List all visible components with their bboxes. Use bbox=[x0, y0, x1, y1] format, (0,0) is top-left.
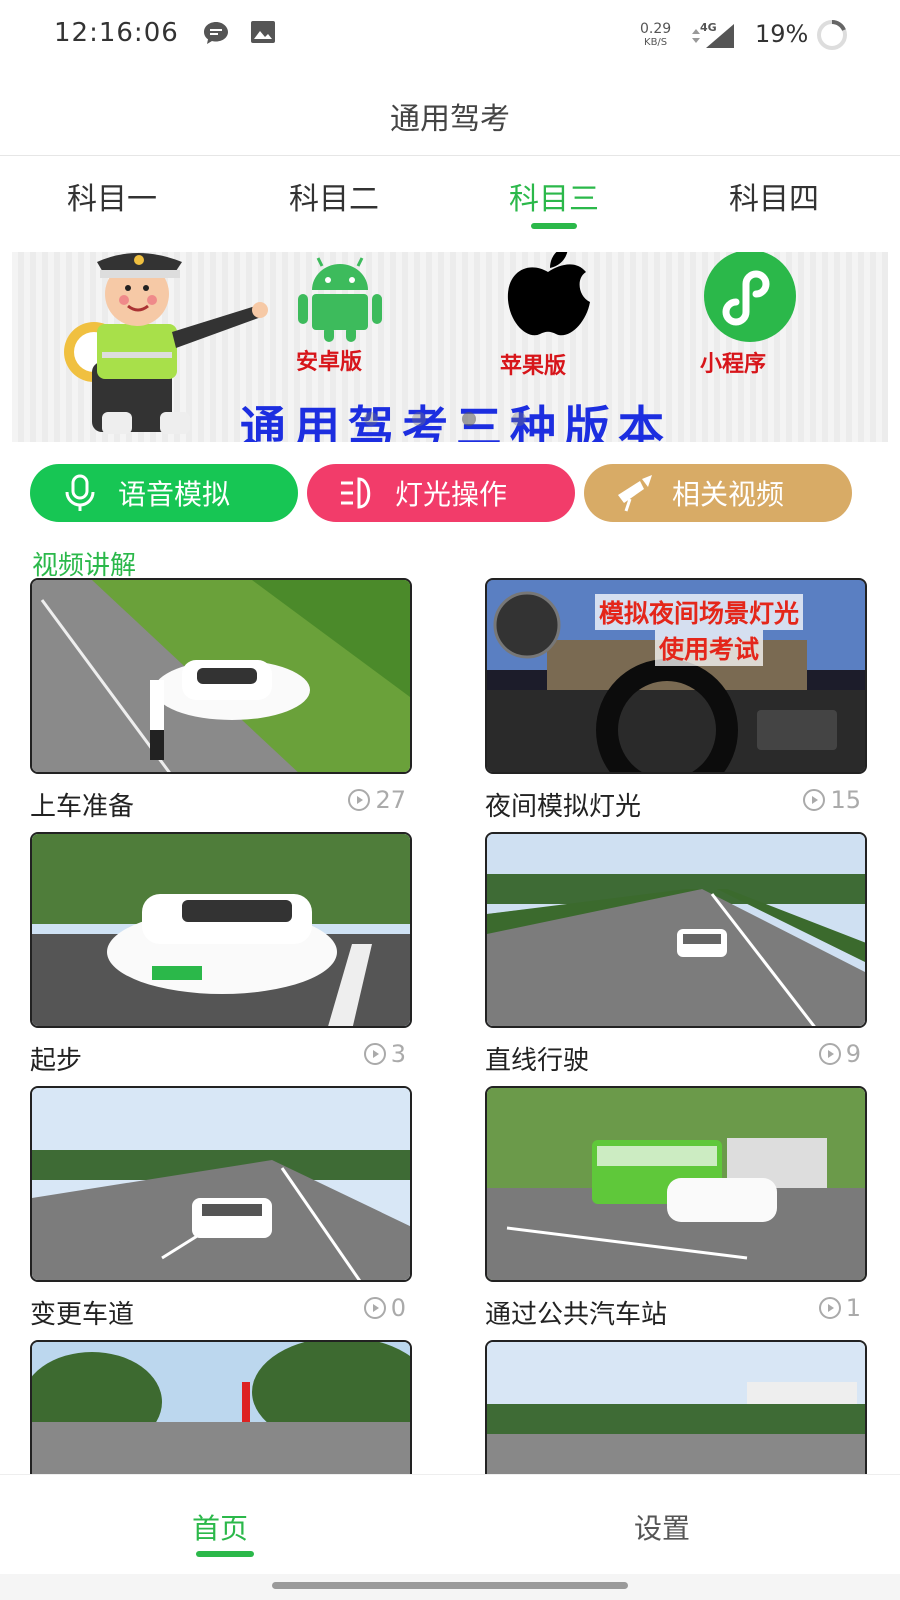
video-camera-icon bbox=[618, 475, 652, 512]
subject-tabs: 科目一 科目二 科目三 科目四 bbox=[0, 160, 900, 240]
battery-icon bbox=[815, 18, 849, 56]
ios-version-label: 苹果版 bbox=[500, 353, 567, 379]
section-title: 视频讲解 bbox=[32, 551, 137, 581]
nav-home[interactable]: 首页 bbox=[192, 1507, 248, 1547]
tab-subject-3[interactable]: 科目三 bbox=[454, 174, 654, 218]
video-thumbnail[interactable]: 模拟夜间场景灯光 使用考试 bbox=[485, 578, 867, 774]
android-icon bbox=[298, 257, 382, 342]
video-thumbnail[interactable] bbox=[30, 578, 412, 774]
video-thumbnail[interactable] bbox=[485, 1086, 867, 1282]
status-bar: 12:16:06 0.29 KB/S 4G 19% bbox=[0, 0, 900, 70]
voice-simulation-button[interactable]: 语音模拟 bbox=[30, 464, 298, 522]
thumbnail-caption-line-1: 模拟夜间场景灯光 bbox=[595, 594, 804, 630]
bottom-navigation: 首页 设置 bbox=[0, 1474, 900, 1574]
tab-subject-4[interactable]: 科目四 bbox=[674, 174, 874, 218]
play-circle-icon bbox=[363, 1297, 386, 1319]
android-version-label: 安卓版 bbox=[296, 349, 363, 375]
traffic-police-mascot-illustration bbox=[64, 253, 268, 434]
tab-subject-2[interactable]: 科目二 bbox=[234, 174, 434, 218]
status-time: 12:16:06 bbox=[54, 18, 179, 48]
apple-icon bbox=[507, 252, 590, 336]
video-title: 上车准备 bbox=[30, 792, 135, 822]
page-title: 通用驾考 bbox=[390, 102, 510, 137]
video-title: 直线行驶 bbox=[485, 1046, 590, 1076]
view-count: 9 bbox=[818, 1040, 861, 1068]
video-thumbnail[interactable] bbox=[30, 832, 412, 1028]
home-indicator[interactable] bbox=[272, 1582, 628, 1589]
video-thumbnail[interactable] bbox=[30, 1086, 412, 1282]
banner-dot[interactable] bbox=[512, 412, 526, 426]
play-circle-icon bbox=[818, 1297, 841, 1319]
app-header: 通用驾考 bbox=[0, 70, 900, 156]
view-count: 1 bbox=[818, 1294, 861, 1322]
video-title: 夜间模拟灯光 bbox=[485, 792, 642, 822]
tab-subject-1[interactable]: 科目一 bbox=[12, 174, 212, 218]
banner-dot-active[interactable] bbox=[462, 412, 476, 426]
related-videos-label: 相关视频 bbox=[672, 478, 785, 511]
video-thumbnail[interactable] bbox=[485, 832, 867, 1028]
active-tab-indicator bbox=[531, 223, 577, 229]
image-icon bbox=[250, 20, 276, 48]
voice-simulation-label: 语音模拟 bbox=[118, 478, 231, 511]
banner-dot[interactable] bbox=[412, 412, 426, 426]
banner-headline: 通用驾考三种版本 bbox=[240, 401, 672, 442]
view-count: 0 bbox=[363, 1294, 406, 1322]
play-circle-icon bbox=[363, 1043, 386, 1065]
signal-icon: 4G bbox=[690, 20, 736, 54]
thumbnail-caption-line-2: 使用考试 bbox=[655, 630, 764, 666]
light-operation-button[interactable]: 灯光操作 bbox=[307, 464, 575, 522]
view-count: 15 bbox=[802, 786, 861, 814]
video-title: 通过公共汽车站 bbox=[485, 1300, 668, 1330]
mini-program-label: 小程序 bbox=[700, 351, 767, 377]
microphone-icon bbox=[65, 474, 95, 511]
video-title: 变更车道 bbox=[30, 1300, 135, 1330]
view-count: 3 bbox=[363, 1040, 406, 1068]
mini-program-icon bbox=[704, 252, 796, 342]
play-circle-icon bbox=[348, 789, 371, 811]
view-count: 27 bbox=[347, 786, 406, 814]
active-nav-indicator bbox=[196, 1551, 254, 1557]
message-icon bbox=[203, 20, 229, 50]
svg-text:4G: 4G bbox=[700, 21, 717, 34]
video-title: 起步 bbox=[30, 1046, 83, 1076]
related-videos-button[interactable]: 相关视频 bbox=[584, 464, 852, 522]
network-speed: 0.29 KB/S bbox=[640, 21, 672, 48]
nav-settings[interactable]: 设置 bbox=[634, 1507, 690, 1547]
banner-dot[interactable] bbox=[364, 412, 378, 426]
headlight-icon bbox=[341, 477, 371, 509]
promo-banner[interactable]: 安卓版 苹果版 小程序 通用驾考三种版本 bbox=[12, 252, 888, 442]
battery-level: 19% bbox=[755, 20, 809, 48]
play-circle-icon bbox=[803, 789, 826, 811]
play-circle-icon bbox=[818, 1043, 841, 1065]
light-operation-label: 灯光操作 bbox=[395, 478, 508, 511]
